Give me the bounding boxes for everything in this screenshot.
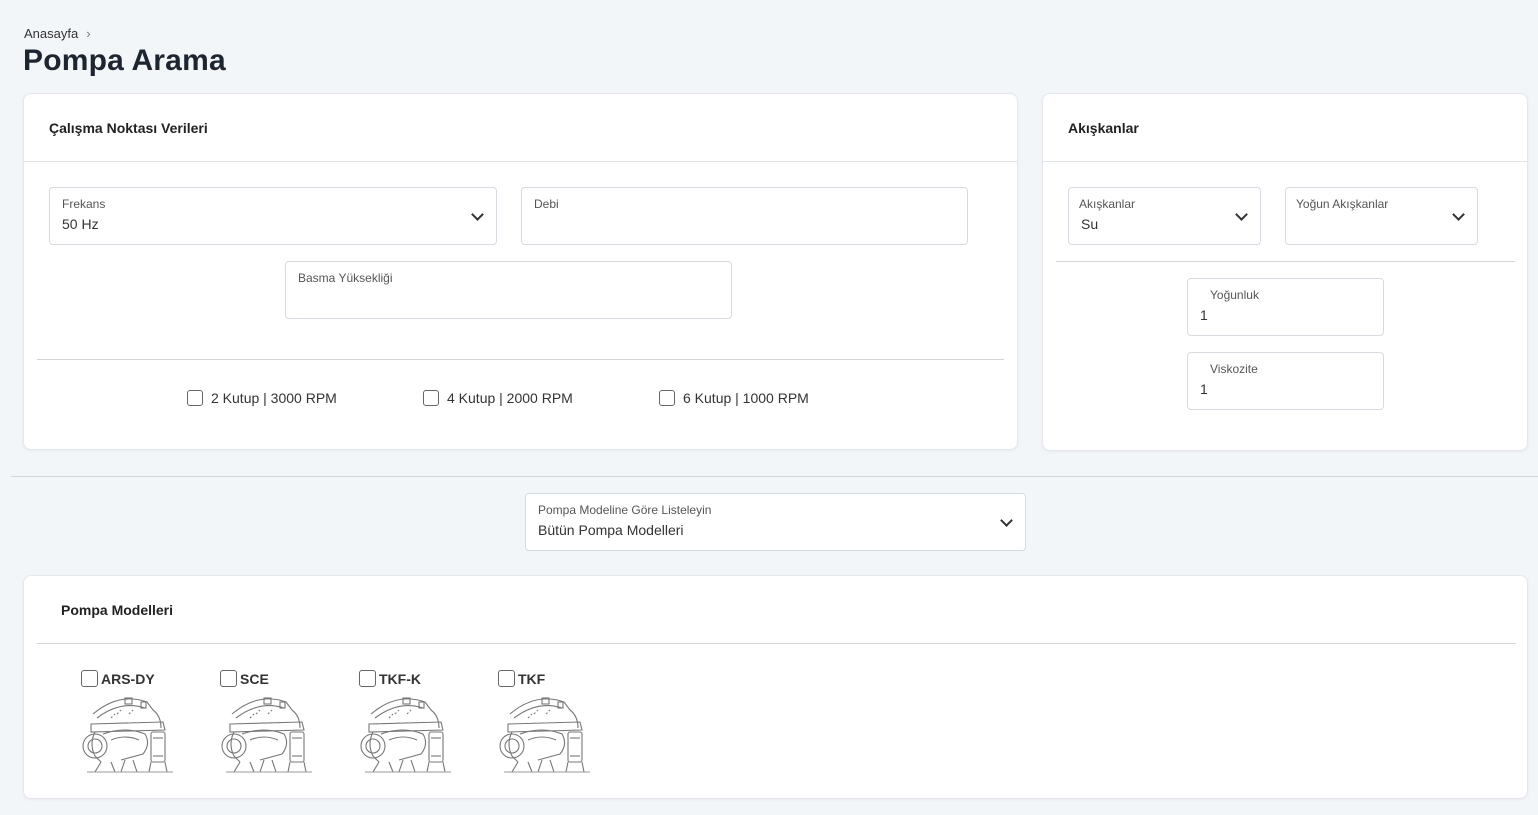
divider xyxy=(37,359,1004,360)
breadcrumb-home-link[interactable]: Anasayfa xyxy=(24,26,78,41)
speed-label: 4 Kutup | 2000 RPM xyxy=(447,390,573,406)
speed-checkbox-4-pole[interactable]: 4 Kutup | 2000 RPM xyxy=(423,390,573,406)
head-input[interactable]: Basma Yüksekliği xyxy=(285,261,732,319)
section-divider xyxy=(11,476,1538,477)
pump-models-title: Pompa Modelleri xyxy=(61,602,174,618)
head-label: Basma Yüksekliği xyxy=(298,271,393,285)
operating-point-card: Çalışma Noktası Verileri Frekans 50 Hz D… xyxy=(23,93,1018,450)
pump-illustration-icon xyxy=(499,697,591,773)
viscosity-input[interactable]: Viskozite 1 xyxy=(1187,352,1384,410)
divider xyxy=(1043,161,1527,162)
density-input[interactable]: Yoğunluk 1 xyxy=(1187,278,1384,336)
viscosity-value: 1 xyxy=(1200,381,1208,397)
pump-model-sce[interactable]: SCE xyxy=(220,670,330,780)
chevron-down-icon xyxy=(1452,208,1465,221)
fluid-select[interactable]: Akışkanlar Su xyxy=(1068,187,1261,245)
dense-fluid-label: Yoğun Akışkanlar xyxy=(1296,197,1389,211)
frequency-value: 50 Hz xyxy=(62,216,99,232)
speed-label: 2 Kutup | 3000 RPM xyxy=(211,390,337,406)
density-value: 1 xyxy=(1200,307,1208,323)
pump-illustration-icon xyxy=(221,697,313,773)
pump-illustration-icon xyxy=(360,697,452,773)
divider xyxy=(24,161,1017,162)
frequency-label: Frekans xyxy=(62,197,106,211)
fluids-title: Akışkanlar xyxy=(1068,120,1139,136)
chevron-down-icon xyxy=(1000,514,1013,527)
model-filter-select[interactable]: Pompa Modeline Göre Listeleyin Bütün Pom… xyxy=(525,493,1026,551)
divider xyxy=(37,643,1516,644)
model-filter-label: Pompa Modeline Göre Listeleyin xyxy=(538,503,712,517)
density-label: Yoğunluk xyxy=(1210,288,1259,302)
speed-checkbox-6-pole[interactable]: 6 Kutup | 1000 RPM xyxy=(659,390,809,406)
pump-model-tkf-k[interactable]: TKF-K xyxy=(359,670,469,780)
divider xyxy=(1056,261,1515,262)
frequency-select[interactable]: Frekans 50 Hz xyxy=(49,187,497,245)
pump-illustration-icon xyxy=(82,697,174,773)
breadcrumb: Anasayfa › xyxy=(24,26,91,41)
dense-fluid-select[interactable]: Yoğun Akışkanlar xyxy=(1285,187,1478,245)
checkbox[interactable] xyxy=(187,390,203,406)
chevron-down-icon xyxy=(1235,208,1248,221)
page-title: Pompa Arama xyxy=(23,44,226,77)
pump-model-tkf[interactable]: TKF xyxy=(498,670,608,780)
pump-models-card: Pompa Modelleri ARS-DY SCE TKF-K TKF xyxy=(23,575,1528,799)
viscosity-label: Viskozite xyxy=(1210,362,1258,376)
fluid-value: Su xyxy=(1081,216,1099,232)
chevron-right-icon: › xyxy=(86,26,91,41)
checkbox[interactable] xyxy=(659,390,675,406)
model-filter-value: Bütün Pompa Modelleri xyxy=(538,522,684,538)
checkbox[interactable] xyxy=(423,390,439,406)
chevron-down-icon xyxy=(471,208,484,221)
pump-model-ars-dy[interactable]: ARS-DY xyxy=(81,670,191,780)
speed-label: 6 Kutup | 1000 RPM xyxy=(683,390,809,406)
operating-point-title: Çalışma Noktası Verileri xyxy=(49,120,208,136)
flow-label: Debi xyxy=(534,197,559,211)
speed-checkbox-2-pole[interactable]: 2 Kutup | 3000 RPM xyxy=(187,390,337,406)
fluid-label: Akışkanlar xyxy=(1079,197,1136,211)
flow-input[interactable]: Debi xyxy=(521,187,968,245)
fluids-card: Akışkanlar Akışkanlar Su Yoğun Akışkanla… xyxy=(1042,93,1528,451)
